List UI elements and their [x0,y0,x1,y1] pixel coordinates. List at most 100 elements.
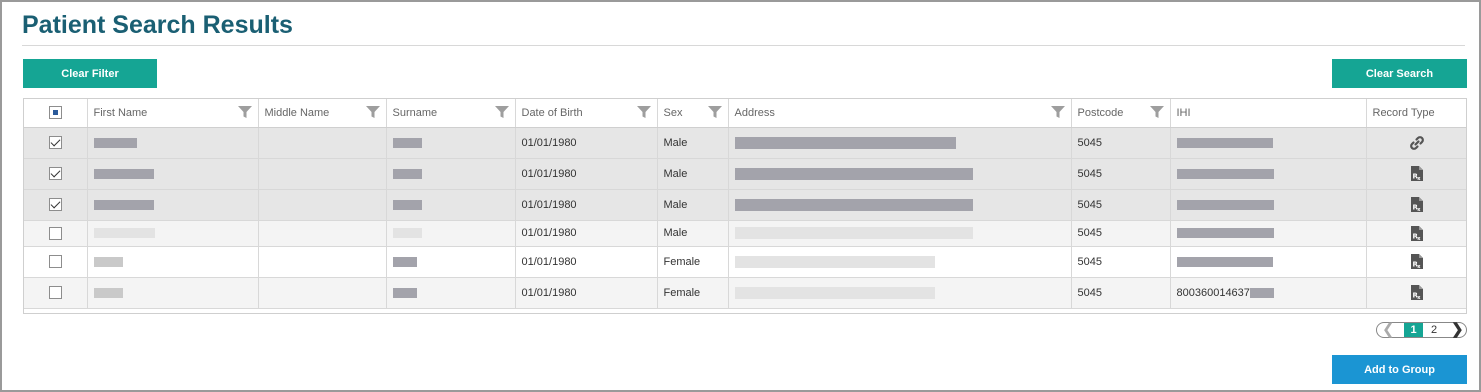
row-select-cell [24,189,88,221]
middle-name-cell [258,127,387,159]
row-checkbox[interactable] [48,226,62,240]
prescription-icon[interactable]: R x [1410,166,1423,181]
column-header-surname[interactable]: Surname [386,99,516,128]
filter-icon[interactable] [1050,105,1065,119]
redacted-text [93,199,154,210]
column-header-ihi[interactable]: IHI [1170,99,1367,128]
link-icon[interactable] [1409,135,1425,151]
sex-cell: Male [657,127,729,159]
first-name-cell [87,189,259,221]
middle-name-cell [258,158,387,190]
prescription-icon[interactable]: R x [1410,225,1423,241]
first-name-cell [87,246,259,278]
first-name-cell [87,158,259,190]
column-header-date-of-birth[interactable]: Date of Birth [515,99,658,128]
select-all-checkbox[interactable] [48,106,62,120]
middle-name-cell [258,246,387,278]
redacted-text [392,168,422,179]
filter-icon[interactable] [636,105,651,119]
record-type-cell: R x [1366,189,1466,221]
dob-cell: 01/01/1980 [515,220,658,247]
row-select-cell [24,158,88,190]
column-header-first-name[interactable]: First Name [87,99,259,128]
table-row[interactable]: 01/01/1980 Female 5045 800360014637 R x [24,277,1466,309]
column-header-record-type[interactable]: Record Type [1366,99,1466,128]
address-cell [728,158,1072,190]
column-label: Surname [392,106,438,119]
row-checkbox[interactable] [48,255,62,268]
add-to-group-button[interactable]: Add to Group [1332,355,1467,384]
row-checkbox[interactable] [48,136,62,149]
redacted-text [1176,199,1274,210]
page-title: Patient Search Results [22,11,293,39]
redacted-text [734,198,973,211]
filter-icon[interactable] [707,105,722,119]
sex-cell: Male [657,189,729,221]
filter-icon[interactable] [237,105,252,119]
page-frame: Patient Search Results Clear Filter Clea… [0,0,1481,392]
ihi-cell [1170,158,1367,190]
filter-icon[interactable] [494,105,509,119]
row-checkbox[interactable] [48,286,62,299]
redacted-text [1249,287,1274,298]
prescription-icon[interactable]: R x [1410,254,1423,269]
record-type-cell [1366,127,1466,159]
clear-filter-button[interactable]: Clear Filter [23,59,157,88]
postcode-cell: 5045 [1071,189,1171,221]
filter-icon[interactable] [365,105,380,119]
table-row[interactable]: 01/01/1980 Male 5045 R x [24,158,1466,190]
filter-icon[interactable] [1149,105,1164,119]
sex-cell: Female [657,246,729,278]
column-header-sex[interactable]: Sex [657,99,729,128]
prescription-icon[interactable]: R x [1410,285,1423,300]
redacted-text [392,228,422,239]
redacted-text [93,256,123,267]
table-row[interactable]: 01/01/1980 Female 5045 R x [24,246,1466,278]
postcode-cell: 5045 [1071,246,1171,278]
title-divider [22,45,1465,46]
redacted-text [1176,228,1274,239]
row-select-cell [24,220,88,247]
page-2-button[interactable]: 2 [1431,323,1437,337]
redacted-text [1176,168,1274,179]
select-all-cell [24,99,88,128]
previous-page-icon[interactable]: ❮ [1382,322,1395,337]
column-label: Middle Name [264,106,330,119]
redacted-text [734,136,956,149]
surname-cell [386,127,516,159]
row-select-cell [24,127,88,159]
postcode-cell: 5045 [1071,220,1171,247]
table-row[interactable]: 01/01/1980 Male 5045 R x [24,189,1466,221]
clear-search-button[interactable]: Clear Search [1332,59,1467,88]
redacted-text [1176,256,1273,267]
redacted-text [734,286,935,299]
redacted-text [734,167,973,180]
prescription-icon[interactable]: R x [1410,197,1423,212]
ihi-cell: 800360014637 [1170,277,1367,309]
redacted-text [93,168,154,179]
redacted-text [392,256,417,267]
ihi-value: 800360014637 [1176,286,1250,299]
redacted-text [734,227,973,240]
page-1-button[interactable]: 1 [1404,323,1423,337]
table-row[interactable]: 01/01/1980 Male 5045 [24,127,1466,159]
column-label: Address [734,106,775,119]
postcode-cell: 5045 [1071,277,1171,309]
row-checkbox[interactable] [48,198,62,211]
table-row[interactable]: 01/01/1980 Male 5045 R x [24,220,1466,247]
column-header-middle-name[interactable]: Middle Name [258,99,387,128]
column-header-postcode[interactable]: Postcode [1071,99,1171,128]
column-header-address[interactable]: Address [728,99,1072,128]
column-label: Sex [663,106,683,119]
row-select-cell [24,277,88,309]
dob-cell: 01/01/1980 [515,277,658,309]
address-cell [728,127,1072,159]
surname-cell [386,158,516,190]
next-page-icon[interactable]: ❯ [1451,322,1464,337]
row-checkbox[interactable] [48,167,62,180]
patient-results-table: First Name Middle Name Surname Date of B… [23,98,1467,314]
column-label: IHI [1176,106,1191,119]
column-label: Date of Birth [521,106,583,119]
ihi-cell [1170,246,1367,278]
redacted-text [392,287,417,298]
